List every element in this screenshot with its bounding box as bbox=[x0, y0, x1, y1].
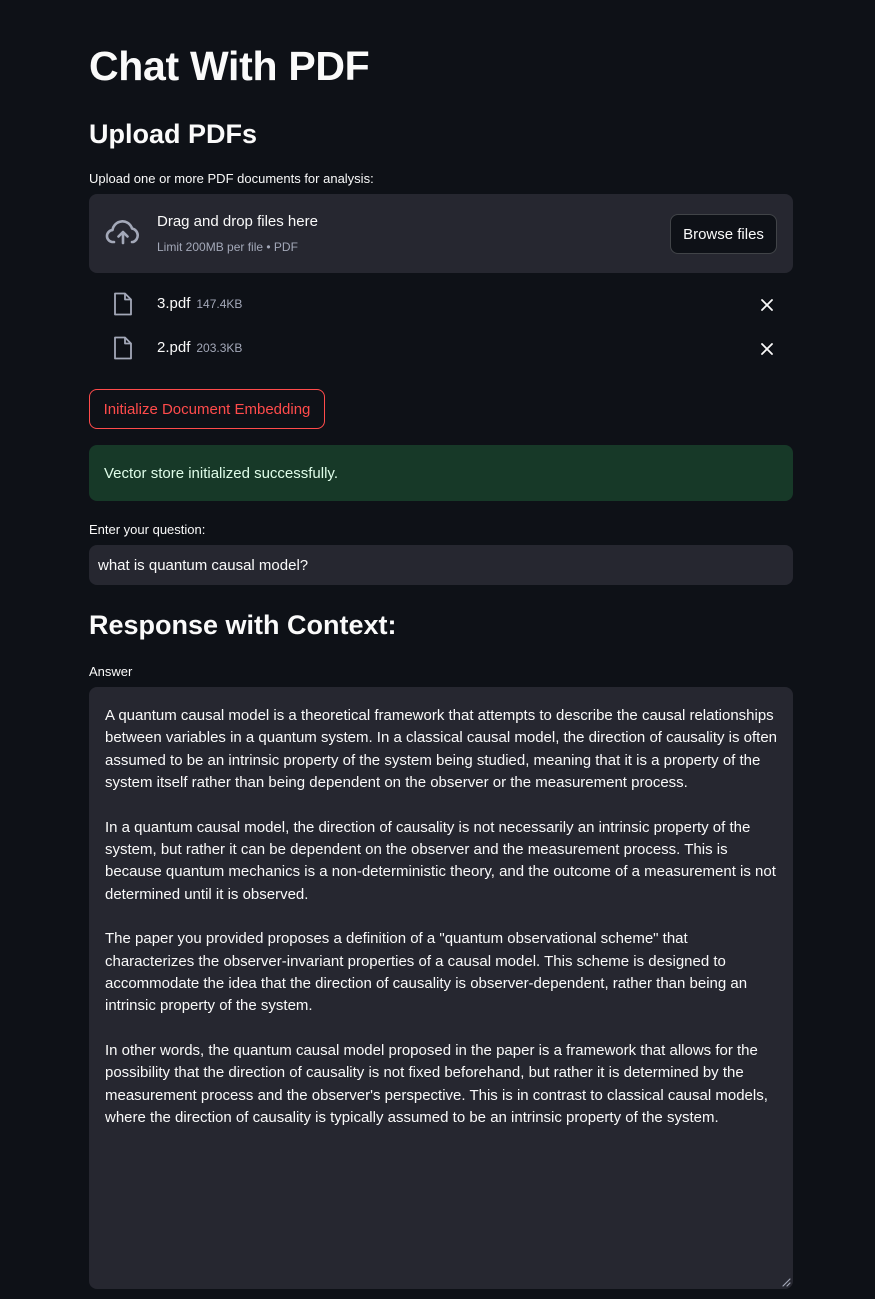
page-title: Chat With PDF bbox=[89, 43, 370, 89]
uploaded-file-row: 3.pdf 147.4KB bbox=[89, 290, 793, 320]
success-message: Vector store initialized successfully. bbox=[104, 464, 338, 482]
success-alert: Vector store initialized successfully. bbox=[89, 445, 793, 501]
file-icon bbox=[114, 292, 132, 316]
file-dropzone[interactable]: Drag and drop files here Limit 200MB per… bbox=[89, 194, 793, 273]
file-icon bbox=[114, 336, 132, 360]
response-heading: Response with Context: bbox=[89, 610, 397, 640]
dropzone-subtitle: Limit 200MB per file • PDF bbox=[157, 240, 298, 254]
initialize-embedding-button[interactable]: Initialize Document Embedding bbox=[89, 389, 325, 429]
file-name: 2.pdf bbox=[157, 339, 191, 356]
file-size: 203.3KB bbox=[196, 341, 243, 355]
remove-file-icon[interactable] bbox=[759, 297, 775, 313]
browse-files-button[interactable]: Browse files bbox=[670, 214, 777, 254]
upload-heading: Upload PDFs bbox=[89, 119, 258, 149]
answer-textarea[interactable]: A quantum causal model is a theoretical … bbox=[89, 687, 793, 1289]
question-label: Enter your question: bbox=[89, 522, 206, 537]
answer-paragraph: In a quantum causal model, the direction… bbox=[105, 818, 776, 903]
cloud-upload-icon bbox=[105, 220, 139, 245]
remove-file-icon[interactable] bbox=[759, 341, 775, 357]
uploaded-file-row: 2.pdf 203.3KB bbox=[89, 334, 793, 364]
resize-handle-icon[interactable] bbox=[781, 1277, 791, 1287]
file-name: 3.pdf bbox=[157, 295, 191, 312]
answer-paragraph: A quantum causal model is a theoretical … bbox=[105, 707, 778, 792]
answer-paragraph: In other words, the quantum causal model… bbox=[105, 1041, 768, 1127]
file-size: 147.4KB bbox=[196, 297, 243, 311]
upload-label: Upload one or more PDF documents for ana… bbox=[89, 171, 374, 186]
answer-paragraph: The paper you provided proposes a defini… bbox=[105, 930, 748, 1015]
question-input[interactable]: what is quantum causal model? bbox=[89, 545, 793, 585]
dropzone-title: Drag and drop files here bbox=[157, 213, 318, 230]
answer-label: Answer bbox=[89, 664, 133, 679]
